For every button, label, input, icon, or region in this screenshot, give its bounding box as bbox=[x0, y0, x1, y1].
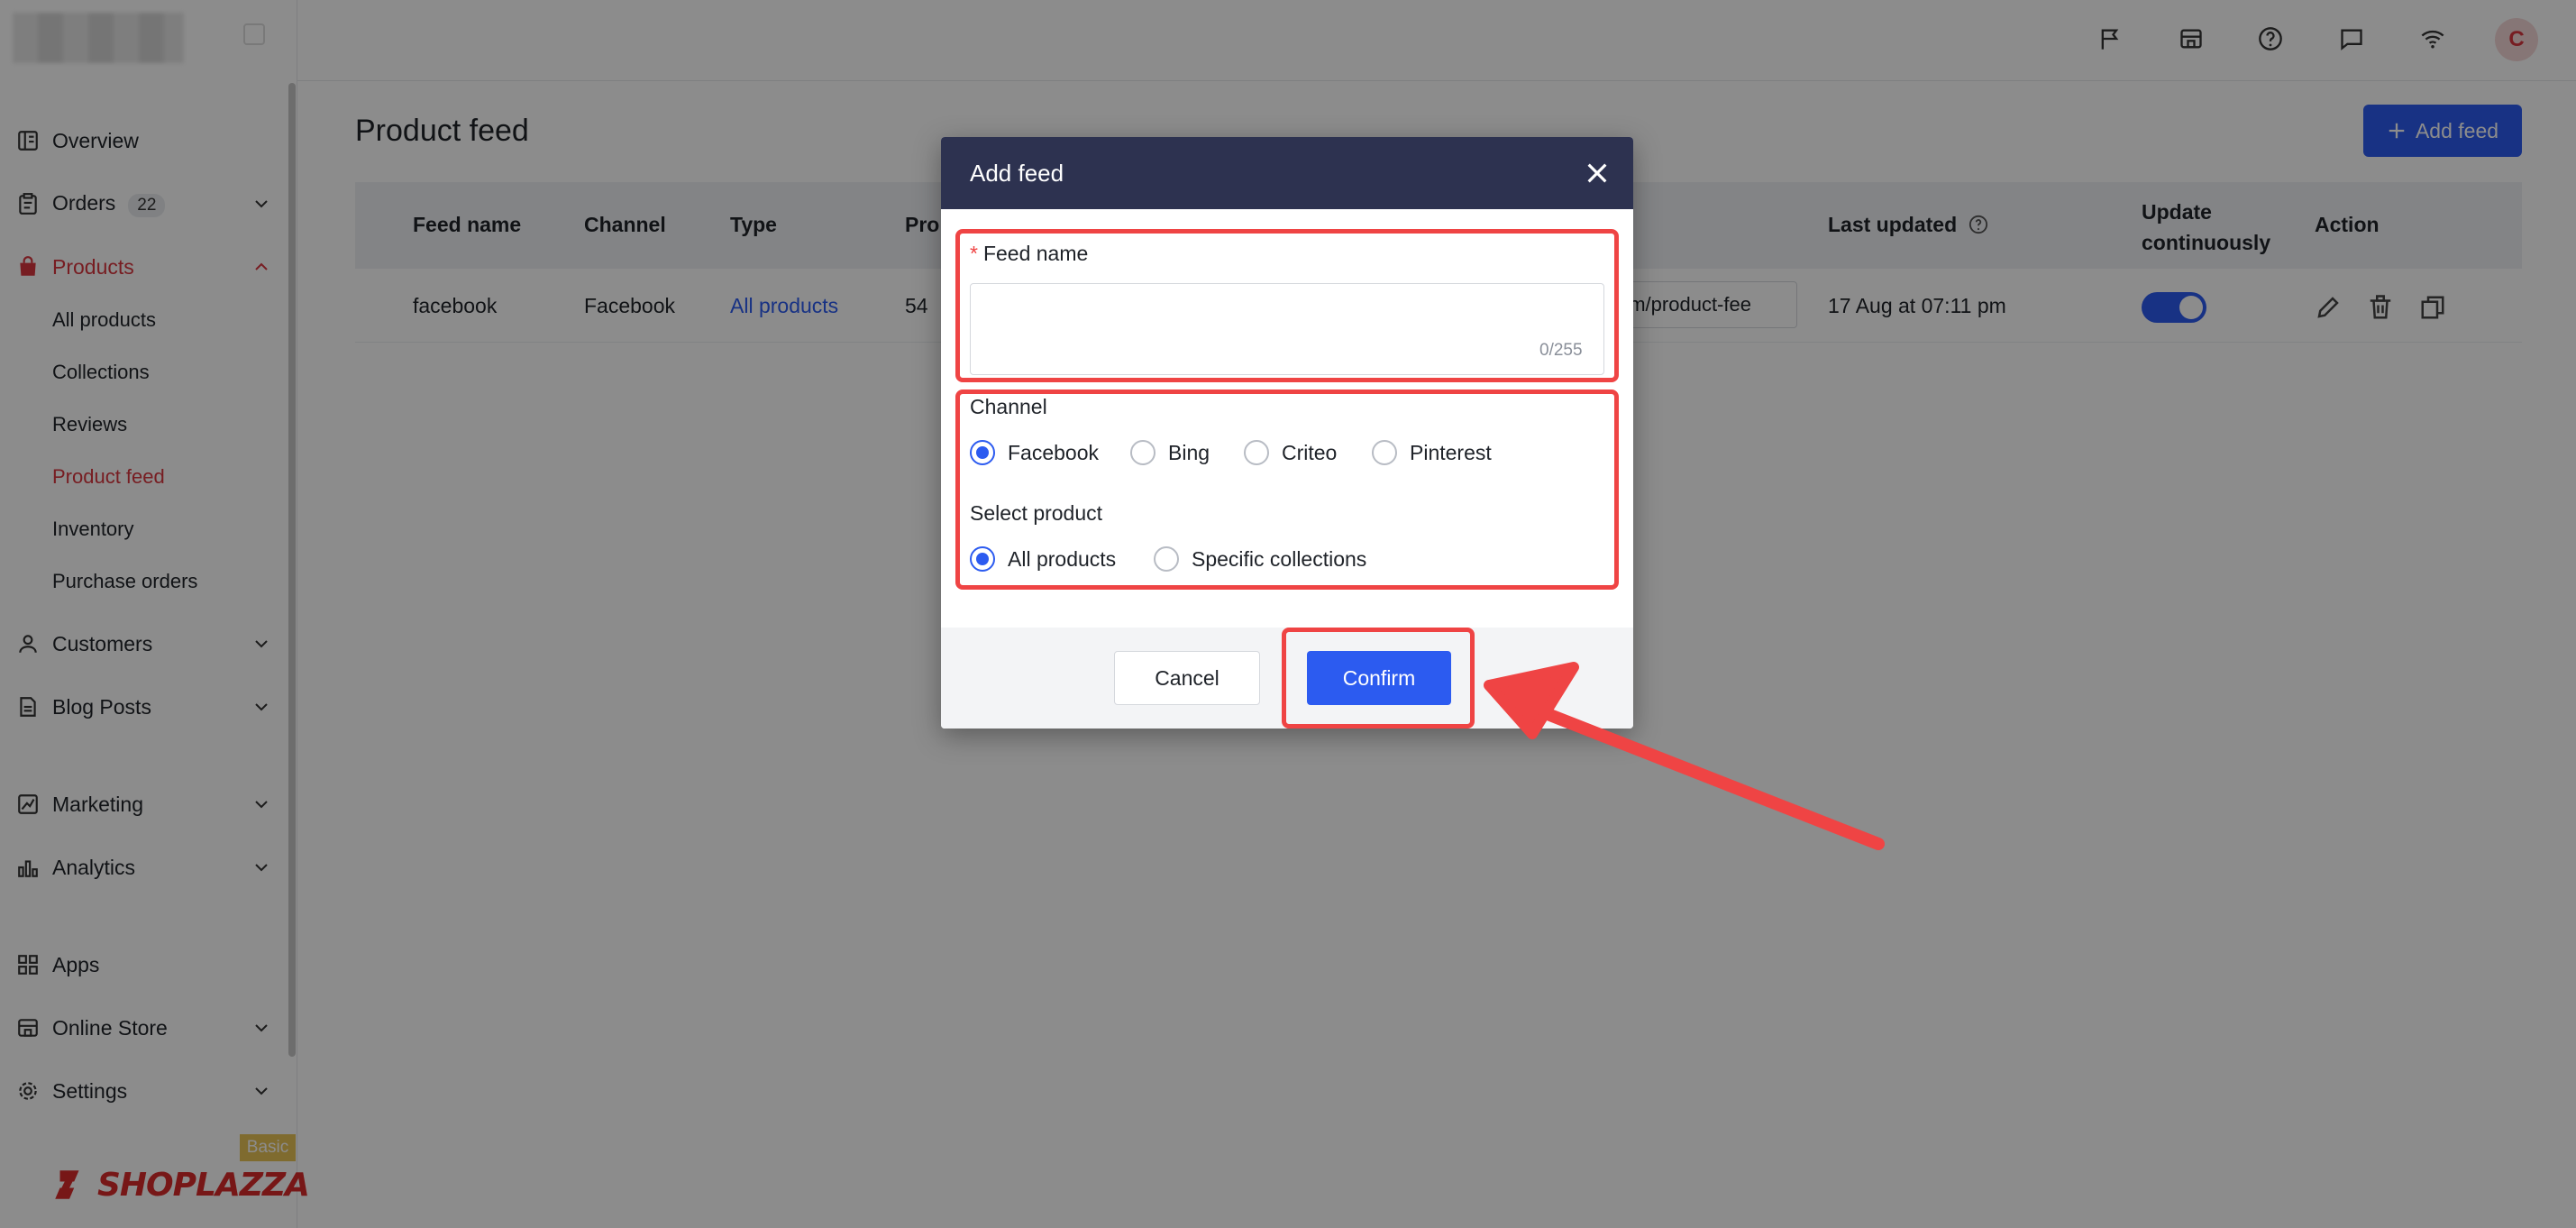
cancel-button[interactable]: Cancel bbox=[1114, 651, 1260, 705]
highlight-feed-name bbox=[955, 229, 1619, 382]
highlight-channel-product bbox=[955, 389, 1619, 590]
close-icon[interactable] bbox=[1583, 159, 1612, 188]
dialog-header: Add feed bbox=[941, 137, 1633, 209]
add-feed-dialog: Add feed * Feed name 0/255 Channel Facebo… bbox=[941, 137, 1633, 729]
dialog-title: Add feed bbox=[970, 159, 1064, 187]
highlight-confirm bbox=[1282, 628, 1475, 729]
